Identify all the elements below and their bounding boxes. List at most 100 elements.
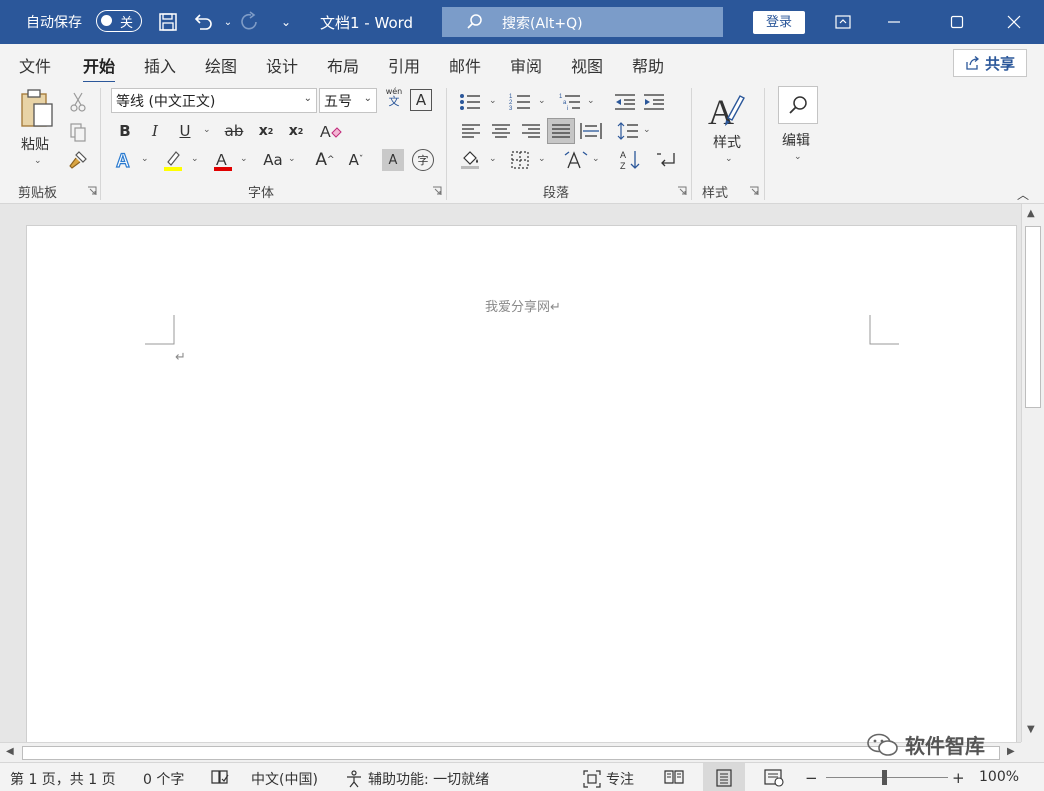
underline-dropdown-icon[interactable]: ⌄ <box>203 125 211 135</box>
increase-indent-icon[interactable] <box>641 90 667 114</box>
collapse-ribbon-icon[interactable]: ︿ <box>1017 186 1029 203</box>
scroll-right-icon[interactable]: ▶ <box>1007 746 1015 757</box>
shrink-font-button[interactable]: Aˇ <box>343 148 369 172</box>
zoom-slider-thumb[interactable] <box>882 770 887 785</box>
distributed-icon[interactable] <box>578 119 604 143</box>
multilevel-dropdown-icon[interactable]: ⌄ <box>587 96 595 106</box>
change-case-button[interactable]: Aa <box>259 148 287 172</box>
word-count[interactable]: 0 个字 <box>143 769 184 789</box>
customize-toolbar-icon[interactable]: ⌄ <box>274 10 298 34</box>
tab-draw[interactable]: 绘图 <box>205 53 237 77</box>
tab-file[interactable]: 文件 <box>19 53 51 77</box>
search-box[interactable]: 搜索(Alt+Q) <box>442 7 723 37</box>
paragraph-launcher-icon[interactable] <box>677 186 687 196</box>
justify-icon[interactable] <box>547 118 575 144</box>
bullets-icon[interactable] <box>457 90 483 114</box>
italic-button[interactable]: I <box>142 119 168 143</box>
borders-dropdown-icon[interactable]: ⌄ <box>538 154 546 164</box>
font-color-dropdown-icon[interactable]: ⌄ <box>240 154 248 164</box>
text-effects-dropdown-icon[interactable]: ⌄ <box>141 154 149 164</box>
styles-button[interactable]: A 样式 ⌄ <box>704 88 752 172</box>
chinese-layout-dropdown-icon[interactable]: ⌄ <box>592 154 600 164</box>
autosave-toggle[interactable]: 关 <box>96 10 142 32</box>
align-right-icon[interactable] <box>518 119 544 143</box>
maximize-icon[interactable] <box>943 8 971 36</box>
enclose-characters-button[interactable]: 字 <box>412 149 434 171</box>
highlight-icon[interactable] <box>160 148 186 172</box>
editing-button[interactable]: 编辑 ⌄ <box>777 86 819 170</box>
format-painter-icon[interactable] <box>65 148 91 172</box>
superscript-button[interactable]: x2 <box>283 119 309 143</box>
phonetic-guide-button[interactable]: wén 文 <box>383 88 405 114</box>
save-icon[interactable] <box>156 10 180 34</box>
page-count[interactable]: 第 1 页，共 1 页 <box>10 769 116 789</box>
subscript-button[interactable]: x2 <box>253 119 279 143</box>
share-button[interactable]: 共享 <box>953 49 1027 77</box>
styles-launcher-icon[interactable] <box>749 186 759 196</box>
tab-references[interactable]: 引用 <box>388 53 420 77</box>
tab-view[interactable]: 视图 <box>571 53 603 77</box>
bold-button[interactable]: B <box>112 119 138 143</box>
vertical-scrollbar[interactable]: ▲ ▼ <box>1021 204 1044 742</box>
chinese-layout-icon[interactable] <box>563 148 589 172</box>
print-layout-button[interactable] <box>703 763 745 791</box>
minimize-icon[interactable] <box>880 8 908 36</box>
vertical-scroll-thumb[interactable] <box>1025 226 1041 408</box>
zoom-level[interactable]: 100% <box>979 769 1019 785</box>
zoom-in-button[interactable]: + <box>952 769 965 787</box>
zoom-out-button[interactable]: − <box>805 769 818 787</box>
borders-icon[interactable] <box>507 148 533 172</box>
paste-button[interactable]: 粘贴 ⌄ <box>18 88 60 168</box>
document-page[interactable]: 我爱分享网↵ ↵ <box>26 225 1017 745</box>
focus-mode-button[interactable]: 专注 <box>583 769 634 789</box>
undo-icon[interactable] <box>191 10 215 34</box>
strikethrough-button[interactable]: ab <box>221 119 247 143</box>
accessibility-status[interactable]: 辅助功能: 一切就绪 <box>345 769 489 789</box>
grow-font-button[interactable]: A ^ <box>312 148 338 172</box>
proofing-icon[interactable] <box>211 769 229 785</box>
ribbon-display-icon[interactable] <box>829 8 857 36</box>
font-size-combo[interactable]: 五号 ⌄ <box>319 88 377 113</box>
undo-dropdown-icon[interactable]: ⌄ <box>216 10 240 34</box>
font-name-combo[interactable]: 等线 (中文正文) ⌄ <box>111 88 317 113</box>
scroll-up-icon[interactable]: ▲ <box>1027 208 1035 219</box>
line-spacing-dropdown-icon[interactable]: ⌄ <box>643 125 651 135</box>
numbering-dropdown-icon[interactable]: ⌄ <box>538 96 546 106</box>
multilevel-list-icon[interactable]: 1ai <box>557 90 583 114</box>
show-formatting-marks-icon[interactable] <box>655 148 681 172</box>
tab-home[interactable]: 开始 <box>83 53 116 84</box>
tab-mailings[interactable]: 邮件 <box>449 53 481 77</box>
sort-icon[interactable]: AZ <box>617 148 643 172</box>
read-mode-icon[interactable] <box>664 769 684 785</box>
align-center-icon[interactable] <box>488 119 514 143</box>
tab-review[interactable]: 审阅 <box>510 53 542 77</box>
character-border-button[interactable]: A <box>410 89 432 111</box>
bullets-dropdown-icon[interactable]: ⌄ <box>489 96 497 106</box>
font-color-icon[interactable]: A <box>210 148 236 172</box>
scroll-down-icon[interactable]: ▼ <box>1027 724 1035 735</box>
text-effects-icon[interactable]: A <box>112 148 138 172</box>
shading-icon[interactable] <box>458 148 484 172</box>
tab-design[interactable]: 设计 <box>266 53 298 77</box>
decrease-indent-icon[interactable] <box>612 90 638 114</box>
cut-icon[interactable] <box>65 90 91 114</box>
align-left-icon[interactable] <box>458 119 484 143</box>
character-shading-button[interactable]: A <box>382 149 404 171</box>
underline-button[interactable]: U <box>172 119 198 143</box>
tab-help[interactable]: 帮助 <box>632 53 664 77</box>
tab-layout[interactable]: 布局 <box>327 53 359 77</box>
numbering-icon[interactable]: 123 <box>507 90 533 114</box>
highlight-dropdown-icon[interactable]: ⌄ <box>191 154 199 164</box>
horizontal-scroll-thumb[interactable] <box>22 746 1000 760</box>
login-button[interactable]: 登录 <box>753 11 805 34</box>
font-launcher-icon[interactable] <box>432 186 442 196</box>
clear-formatting-icon[interactable]: A <box>318 119 344 143</box>
change-case-dropdown-icon[interactable]: ⌄ <box>288 154 296 164</box>
tab-insert[interactable]: 插入 <box>144 53 176 77</box>
line-spacing-icon[interactable] <box>615 119 641 143</box>
web-layout-icon[interactable] <box>764 769 784 787</box>
shading-dropdown-icon[interactable]: ⌄ <box>489 154 497 164</box>
zoom-slider[interactable] <box>826 777 948 778</box>
copy-icon[interactable] <box>65 120 91 144</box>
language-status[interactable]: 中文(中国) <box>251 769 318 789</box>
